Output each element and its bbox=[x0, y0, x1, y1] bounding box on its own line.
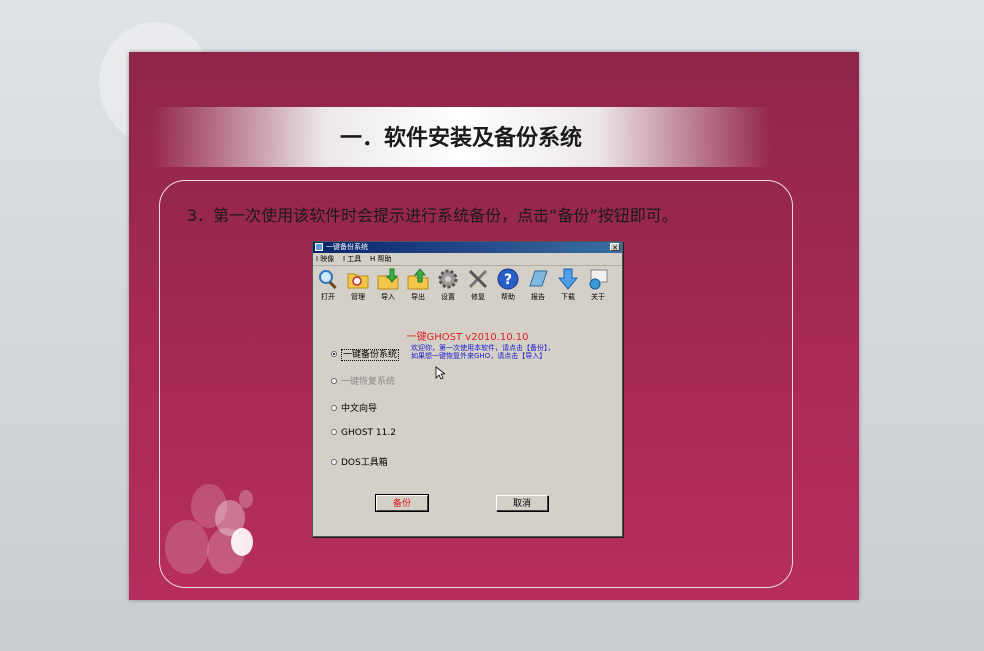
instruction-text: 3．第一次使用该软件时会提示进行系统备份，点击“备份”按钮即可。 bbox=[187, 206, 678, 225]
tool-label: 关于 bbox=[591, 293, 605, 301]
tool-report[interactable]: 报告 bbox=[525, 268, 551, 302]
decorative-bubble bbox=[165, 520, 209, 574]
folder-search-icon bbox=[347, 268, 369, 290]
menu-help[interactable]: H 帮助 bbox=[370, 254, 392, 264]
menu-bar: I 映像 I 工具 H 帮助 bbox=[313, 253, 622, 266]
tool-label: 报告 bbox=[531, 293, 545, 301]
decorative-bubble bbox=[239, 490, 253, 508]
decorative-bubble bbox=[231, 528, 253, 556]
radio-unselected[interactable] bbox=[331, 458, 337, 465]
export-icon bbox=[407, 268, 429, 290]
tool-label: 帮助 bbox=[501, 293, 515, 301]
option-restore[interactable]: 一键恢复系统 bbox=[331, 374, 395, 387]
repair-tools-icon bbox=[467, 268, 489, 290]
radio-unselected[interactable] bbox=[331, 377, 337, 384]
tool-import[interactable]: 导入 bbox=[375, 268, 401, 302]
about-icon bbox=[587, 268, 609, 290]
backup-button[interactable]: 备份 bbox=[375, 494, 429, 512]
tool-export[interactable]: 导出 bbox=[405, 268, 431, 302]
tool-label: 打开 bbox=[321, 293, 335, 301]
tool-label: 导入 bbox=[381, 293, 395, 301]
title-band: 一．软件安装及备份系统 bbox=[151, 107, 771, 167]
cancel-button[interactable]: 取消 bbox=[496, 495, 548, 511]
window-titlebar[interactable]: 一键备份系统 ✕ bbox=[313, 242, 622, 253]
option-dos-toolbox[interactable]: DOS工具箱 bbox=[331, 455, 388, 468]
tool-about[interactable]: 关于 bbox=[585, 268, 611, 302]
tool-repair[interactable]: 修复 bbox=[465, 268, 491, 302]
app-window: 一键备份系统 ✕ I 映像 I 工具 H 帮助 打开 管理 导入 导出 设置 修… bbox=[312, 241, 623, 537]
toolbar: 打开 管理 导入 导出 设置 修复 ? 帮助 报告 下载 关于 bbox=[313, 266, 622, 306]
import-icon bbox=[377, 268, 399, 290]
tool-help[interactable]: ? 帮助 bbox=[495, 268, 521, 302]
menu-tools[interactable]: I 工具 bbox=[343, 254, 361, 264]
radio-unselected[interactable] bbox=[331, 404, 337, 411]
tool-label: 修复 bbox=[471, 293, 485, 301]
option-ghost[interactable]: GHOST 11.2 bbox=[331, 428, 396, 438]
tool-label: 设置 bbox=[441, 293, 455, 301]
tool-label: 导出 bbox=[411, 293, 425, 301]
download-icon bbox=[557, 268, 579, 290]
radio-unselected[interactable] bbox=[331, 428, 337, 435]
version-label: 一键GHOST v2010.10.10 bbox=[406, 332, 529, 343]
welcome-message: 欢迎你，第一次使用本软件，请点击【备份】， 如果想一键恢复外来GHO，请点击【导… bbox=[411, 344, 555, 360]
radio-selected[interactable] bbox=[331, 350, 337, 357]
close-button[interactable]: ✕ bbox=[610, 243, 620, 252]
presentation-slide: 一．软件安装及备份系统 3．第一次使用该软件时会提示进行系统备份，点击“备份”按… bbox=[129, 52, 859, 600]
tool-download[interactable]: 下载 bbox=[555, 268, 581, 302]
app-icon bbox=[315, 243, 323, 251]
option-backup[interactable]: 一键备份系统 bbox=[331, 347, 400, 361]
window-title: 一键备份系统 bbox=[326, 243, 368, 251]
help-icon: ? bbox=[497, 268, 519, 290]
tool-settings[interactable]: 设置 bbox=[435, 268, 461, 302]
svg-text:?: ? bbox=[504, 272, 512, 288]
option-chinese-wizard[interactable]: 中文向导 bbox=[331, 401, 377, 414]
report-icon bbox=[527, 268, 549, 290]
menu-image[interactable]: I 映像 bbox=[316, 254, 334, 264]
tool-open[interactable]: 打开 bbox=[315, 268, 341, 302]
tool-label: 管理 bbox=[351, 293, 365, 301]
tool-manage[interactable]: 管理 bbox=[345, 268, 371, 302]
tool-label: 下载 bbox=[561, 293, 575, 301]
slide-title: 一．软件安装及备份系统 bbox=[339, 125, 582, 151]
magnifier-icon bbox=[317, 268, 339, 290]
settings-gear-icon bbox=[437, 268, 459, 290]
